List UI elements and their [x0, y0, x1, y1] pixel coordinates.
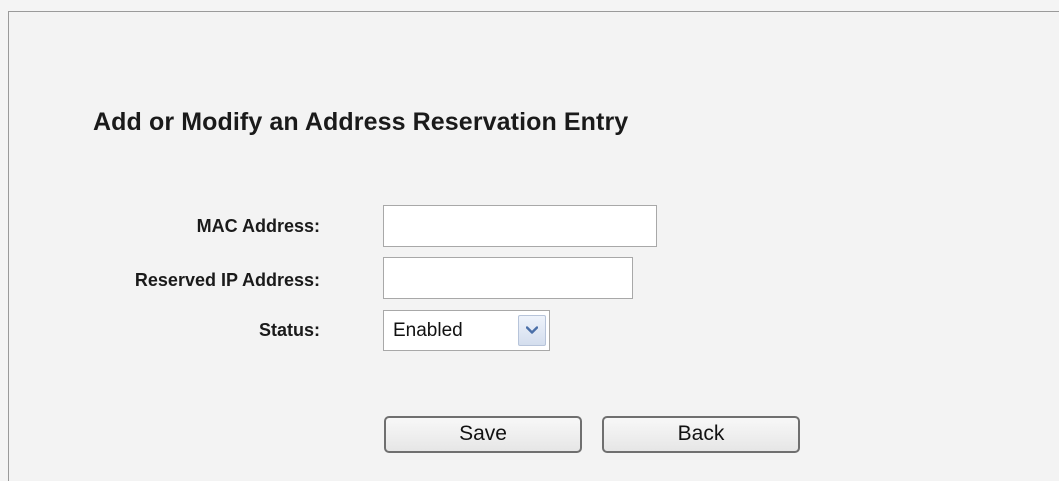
status-select[interactable]: Enabled [383, 310, 550, 351]
mac-address-input[interactable] [383, 205, 657, 247]
status-selected-value: Enabled [393, 320, 463, 341]
chevron-down-icon [526, 326, 538, 334]
reserved-ip-label: Reserved IP Address: [134, 270, 320, 290]
mac-address-label: MAC Address: [196, 216, 320, 236]
save-button[interactable]: Save [384, 416, 582, 453]
status-dropdown-button[interactable] [518, 315, 546, 346]
page-title: Add or Modify an Address Reservation Ent… [93, 108, 629, 136]
status-label: Status: [258, 320, 320, 340]
back-button[interactable]: Back [602, 416, 800, 453]
reserved-ip-input[interactable] [383, 257, 633, 299]
